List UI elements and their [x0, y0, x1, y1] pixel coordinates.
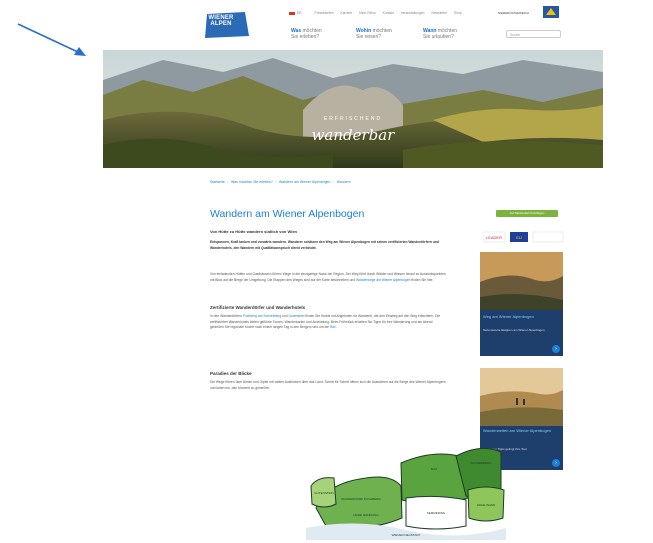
top-link[interactable]: Kontakt: [383, 11, 394, 15]
search-input[interactable]: Suche: [506, 30, 561, 38]
logo-text: WIENER ALPEN: [208, 15, 234, 27]
breadcrumb-item[interactable]: Startseite: [210, 180, 225, 184]
hero-landscape-image: [103, 50, 603, 168]
region-map-illustration: WANDERDORF PUCHBERG RAX SCHNEEBERG GUTEN…: [306, 447, 506, 540]
breadcrumb-current: Wandern: [336, 180, 351, 184]
pointer-arrow-icon: [17, 23, 86, 56]
article-paragraph: Von einladenden Hütten und Gasthäusern f…: [210, 272, 446, 282]
card-image: [480, 368, 563, 426]
teaser-card[interactable]: Weg am Wiener Alpenbogen Sehenswerte Eta…: [480, 252, 563, 356]
top-link[interactable]: Karriere: [341, 11, 353, 15]
section-heading: Paradies der Blicke: [210, 371, 252, 376]
brand-text: NIEDERÖSTERREICH: [498, 11, 530, 15]
nav-was[interactable]: Was möchten Sie erleben?: [291, 28, 322, 40]
top-link[interactable]: Veranstaltungen: [401, 11, 425, 15]
gutenstein-link[interactable]: Gutenstein: [289, 314, 305, 318]
top-link[interactable]: Shop: [454, 11, 462, 15]
map-label: HOHE WAND: [477, 503, 496, 507]
nav-wann[interactable]: Wann möchten Sie urlauben?: [423, 28, 457, 40]
map-label: HOHE MANDLING: [353, 513, 379, 517]
hero-title: wanderbar: [311, 126, 395, 144]
main-content: Startseite › Was möchten Sie erleben? › Wa…: [103, 168, 603, 543]
top-link[interactable]: Mein Reise: [359, 11, 376, 15]
article-paragraph: Die Wege führen über Almen und Gipfel mi…: [210, 380, 446, 390]
site-header: WIENER ALPEN DE Presseseiten Karriere Me…: [103, 0, 603, 50]
language-flag-icon[interactable]: DE: [289, 11, 308, 15]
map-label: GUTENSTEIN: [314, 491, 333, 495]
article-paragraph: In den Wanderdörfern Puchberg am Schneeb…: [210, 314, 441, 330]
top-link[interactable]: Newsletter: [431, 11, 447, 15]
arrow-right-icon[interactable]: ›: [552, 345, 560, 353]
card-title: Weg am Wiener Alpenbogen: [483, 314, 534, 319]
map-label: SEMMERING: [427, 511, 446, 515]
hero-kicker: ERFRISCHEND: [323, 116, 383, 122]
map-label: WIENER NEUSTADT: [392, 533, 421, 537]
puchberg-link[interactable]: Puchberg am Schneeberg: [243, 314, 281, 318]
card-title: Wanderwelten am Wiener Alpenbogen: [483, 428, 552, 433]
partner-logos: LEADER EU: [483, 231, 564, 243]
map-label: RAX: [431, 467, 437, 471]
partner-label: EU: [516, 235, 522, 240]
article-lead: Von Hütte zu Hütte wandern südlich von W…: [210, 229, 298, 234]
wanderwege-link[interactable]: Wanderwege am Wiener Alpenbogen: [356, 278, 411, 282]
map-label: SCHNEEBERG: [470, 461, 492, 465]
arrow-right-icon[interactable]: ›: [552, 459, 560, 467]
add-to-list-button[interactable]: Auf Merkzettel hinzufügen: [496, 210, 558, 217]
section-heading: Zertifizierte Wanderdörfer und Wanderhot…: [210, 305, 306, 310]
article-intro: Entspannen, Kraft tanken und vorwärts wa…: [210, 240, 439, 250]
hero-banner: ERFRISCHEND wanderbar: [103, 50, 603, 168]
niederoesterreich-logo[interactable]: [543, 6, 559, 18]
breadcrumb: Startseite › Was möchten Sie erleben? › Wa…: [210, 180, 351, 184]
breadcrumb-item[interactable]: Was möchten Sie erleben?: [231, 180, 273, 184]
map-label: WANDERDORF PUCHBERG: [341, 497, 381, 501]
card-text: Sehenswerte Etappen am Wiener Alpenbogen: [483, 328, 545, 332]
partner-label: LEADER: [486, 235, 502, 240]
nav-wohin[interactable]: Wohin möchten Sie reisen?: [356, 28, 392, 40]
page-title: Wandern am Wiener Alpenbogen: [210, 208, 365, 220]
card-image: [480, 252, 563, 310]
top-links: DE Presseseiten Karriere Mein Reise Kont…: [289, 11, 468, 15]
breadcrumb-item[interactable]: Wandern am Wiener Alpenbogen: [279, 180, 330, 184]
web-page: WIENER ALPEN DE Presseseiten Karriere Me…: [103, 0, 603, 543]
top-link[interactable]: Presseseiten: [315, 11, 334, 15]
